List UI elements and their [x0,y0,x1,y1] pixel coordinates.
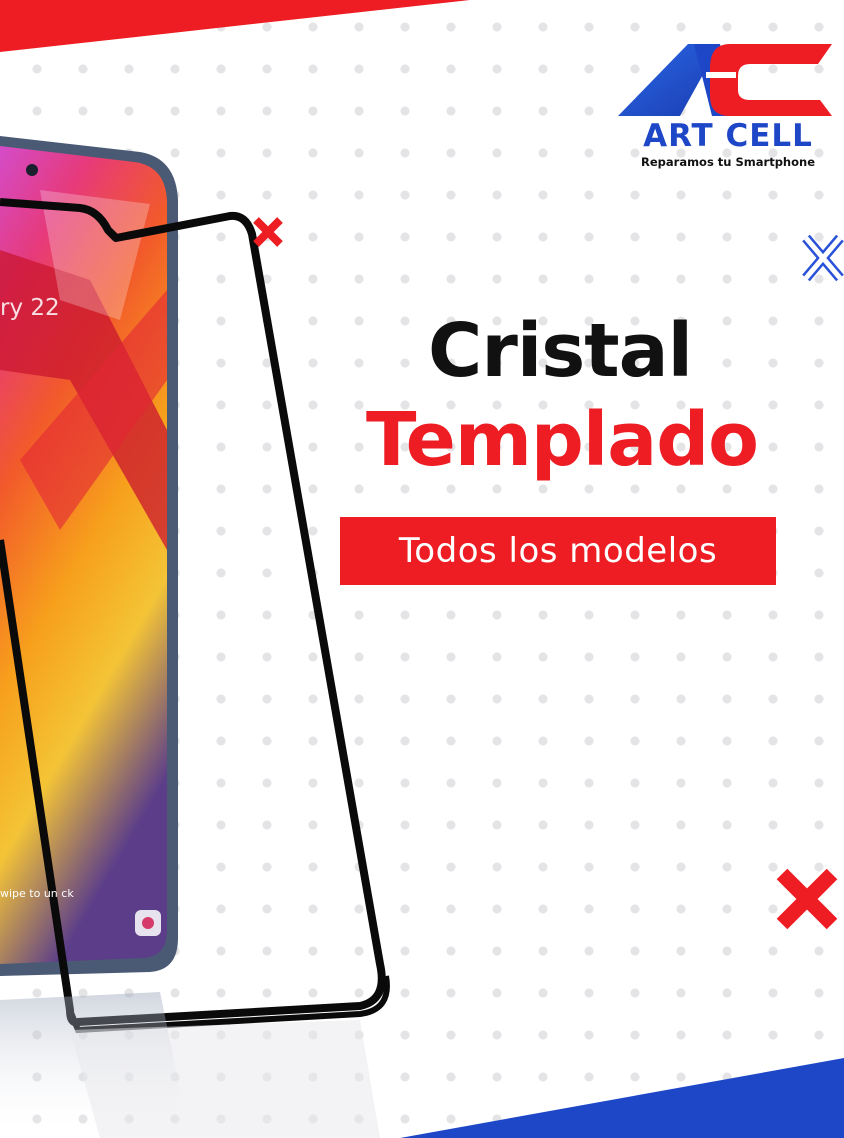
x-mark-red-large-icon [776,868,838,930]
headline-line-1: Cristal [428,308,693,394]
headline-line-2: Templado [365,397,759,483]
x-mark-blue-outline-icon [802,234,844,282]
ad-poster: ry 22 wipe to un ck ART CELL Reparamos t… [0,0,844,1138]
brand-name: ART CELL [643,118,813,154]
models-banner-text: Todos los modelos [398,531,718,571]
brand-tagline: Reparamos tu Smartphone [641,155,815,169]
x-mark-red-small-icon [253,217,283,247]
phone-date-fragment: ry 22 [0,295,60,321]
phone-unlock-text: wipe to un ck [0,887,74,900]
models-banner: Todos los modelos [340,517,776,585]
phone-illustration [0,136,390,1138]
